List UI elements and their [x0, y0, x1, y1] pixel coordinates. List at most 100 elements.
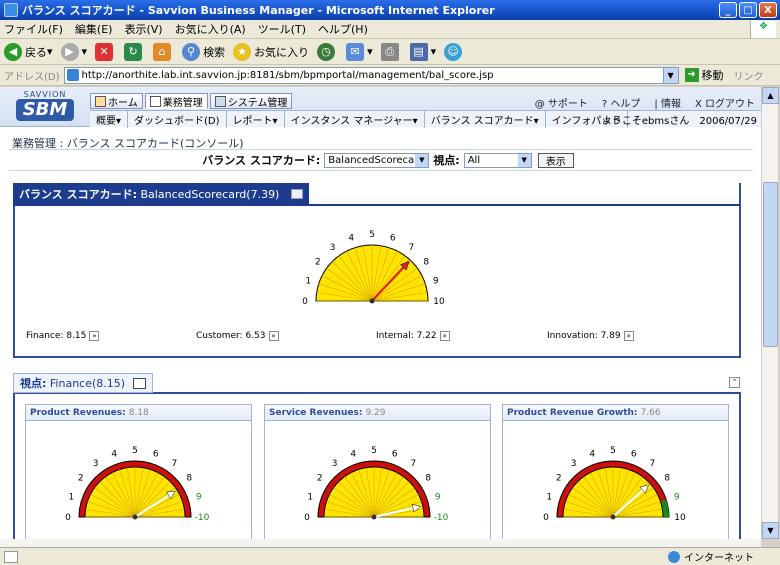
edit-icon[interactable]	[133, 377, 147, 389]
menu-edit[interactable]: 編集(E)	[75, 21, 113, 37]
tab-system[interactable]: システム管理	[209, 93, 293, 109]
menu-help[interactable]: ヘルプ(H)	[318, 21, 368, 37]
expand-icon[interactable]: »	[439, 331, 450, 341]
favorites-label: お気に入り	[254, 45, 310, 59]
scroll-down-icon[interactable]: ▼	[762, 522, 779, 539]
gauge-tick-label: 3	[332, 459, 338, 469]
gauge-tick-label: 10	[674, 513, 686, 521]
address-bar: アドレス(D) http://anorthite.lab.int.savvion…	[0, 65, 780, 86]
metric-label: Internal:	[376, 331, 414, 341]
card-value: 9.29	[365, 407, 386, 418]
info-link[interactable]: | 情報	[654, 95, 681, 110]
nav-dashboard[interactable]: ダッシュボード(D)	[128, 110, 227, 128]
help-link[interactable]: ? ヘルプ	[602, 95, 641, 110]
messenger-icon: ☺	[444, 42, 463, 61]
favorites-button[interactable]: ★ お気に入り	[233, 42, 310, 61]
scroll-thumb[interactable]	[763, 182, 778, 347]
nav-instance-manager[interactable]: インスタンス マネージャー▾	[285, 110, 425, 128]
page-viewport: SAVVION SBM ホーム 業務管理 システム管理 @ サポート ? ヘルプ…	[0, 87, 761, 539]
welcome-text: ようこそebmsさん 2006/07/29	[601, 115, 757, 127]
scorecard-select[interactable]: BalancedScorecard ▼	[324, 152, 430, 168]
gauge-pivot	[610, 514, 616, 520]
gauge-tick-label: 7	[409, 243, 415, 253]
home-button[interactable]: ⌂	[153, 42, 174, 61]
search-label: 検索	[203, 45, 226, 59]
menu-view[interactable]: 表示(V)	[124, 21, 162, 37]
back-label: 戻る	[25, 45, 47, 59]
support-link[interactable]: @ サポート	[535, 95, 588, 110]
go-arrow-icon: ➜	[684, 68, 699, 82]
kpi-gauge: 0 123 4 5 6 789 -10	[65, 446, 210, 521]
scroll-up-icon[interactable]: ▲	[762, 87, 779, 104]
expand-icon[interactable]: »	[89, 331, 100, 341]
vertical-scrollbar[interactable]: ▲ ▼	[761, 87, 779, 539]
browser-toolbar: ◀ 戻る ▾ ▶ ▾ ✕ ↻ ⌂ ⚲ 検索 ★ お気に入り ◷ ✉ ▾ ⎙ ▤ ▾ ☺	[0, 39, 780, 65]
metric-value: 8.15	[66, 331, 87, 341]
gauge-tick-label: 4	[348, 233, 354, 243]
go-button[interactable]: ➜ 移動	[684, 67, 724, 83]
go-label: 移動	[701, 69, 724, 82]
search-button[interactable]: ⚲ 検索	[182, 42, 226, 61]
history-icon: ◷	[317, 42, 336, 61]
gauge-tick-label: 1	[546, 492, 552, 502]
stop-icon: ✕	[95, 42, 114, 61]
menu-file[interactable]: ファイル(F)	[4, 21, 63, 37]
gauge-tick-label: 8	[425, 474, 431, 484]
metric-finance: Finance: 8.15»	[26, 331, 100, 341]
logout-link[interactable]: X ログアウト	[695, 95, 755, 110]
security-zone: インターネット	[668, 549, 754, 564]
gauge-pivot	[369, 298, 375, 304]
nav-overview[interactable]: 概要▾	[90, 110, 129, 128]
refresh-button[interactable]: ↻	[124, 42, 145, 61]
collapse-icon[interactable]: ⌃	[729, 377, 740, 388]
maximize-button[interactable]: □	[739, 2, 757, 18]
view-select-value: All	[467, 154, 481, 166]
stop-button[interactable]: ✕	[95, 42, 116, 61]
address-url: http://anorthite.lab.int.savvion.jp:8181…	[81, 69, 494, 81]
edit-button[interactable]: ▤ ▾	[409, 42, 436, 61]
gauge-tick-label: 4	[111, 449, 117, 459]
menu-favorites[interactable]: お気に入り(A)	[175, 21, 246, 37]
page-status-icon	[4, 550, 18, 563]
messenger-button[interactable]: ☺	[444, 42, 465, 61]
metric-value: 7.22	[416, 331, 437, 341]
mail-icon: ✉	[346, 42, 365, 61]
portal-header: SAVVION SBM ホーム 業務管理 システム管理 @ サポート ? ヘルプ…	[0, 87, 761, 128]
nav-report[interactable]: レポート▾	[227, 110, 285, 128]
metric-value: 7.89	[600, 331, 621, 341]
gauge-tick-label: -10	[434, 513, 449, 521]
history-button[interactable]: ◷	[317, 42, 338, 61]
view-select[interactable]: All ▼	[463, 152, 532, 168]
show-button[interactable]: 表示	[537, 152, 574, 168]
mail-button[interactable]: ✉ ▾	[346, 42, 373, 61]
forward-button[interactable]: ▶ ▾	[60, 42, 87, 61]
windows-logo-icon: ❖	[750, 21, 776, 38]
print-button[interactable]: ⎙	[380, 42, 402, 61]
back-button[interactable]: ◀ 戻る ▾	[4, 42, 53, 61]
zone-label: インターネット	[684, 553, 754, 564]
expand-icon[interactable]: »	[268, 331, 279, 341]
menu-tools[interactable]: ツール(T)	[258, 21, 306, 37]
close-button[interactable]: X	[759, 2, 777, 18]
address-dropdown-icon[interactable]: ▼	[662, 67, 678, 83]
gauge-tick-label: 0	[302, 297, 308, 307]
gauge-tick-label: 6	[153, 449, 159, 459]
minimize-button[interactable]: _	[719, 2, 737, 18]
horizontal-scrollbar[interactable]	[0, 539, 761, 547]
gauge-tick-label: -10	[195, 513, 210, 521]
expand-icon[interactable]: »	[623, 331, 634, 341]
tab-home-label: ホーム	[108, 97, 138, 109]
gauge-tick-label: 8	[186, 474, 192, 484]
card-title: Product Revenue Growth:	[507, 407, 638, 418]
edit-icon[interactable]	[291, 189, 304, 199]
tab-home[interactable]: ホーム	[90, 93, 143, 109]
address-input[interactable]: http://anorthite.lab.int.savvion.jp:8181…	[63, 66, 679, 84]
tab-business[interactable]: 業務管理	[144, 93, 208, 109]
nav-balanced-scorecard[interactable]: バランス スコアカード▾	[425, 110, 546, 128]
metric-label: Innovation:	[547, 331, 598, 341]
gauge-tick-label: 0	[304, 513, 310, 521]
links-button[interactable]: リンク	[734, 68, 764, 83]
gauge-tick-label: 2	[78, 474, 84, 484]
perspective-name: Finance(8.15)	[49, 376, 126, 390]
card-value: 8.18	[128, 407, 149, 418]
